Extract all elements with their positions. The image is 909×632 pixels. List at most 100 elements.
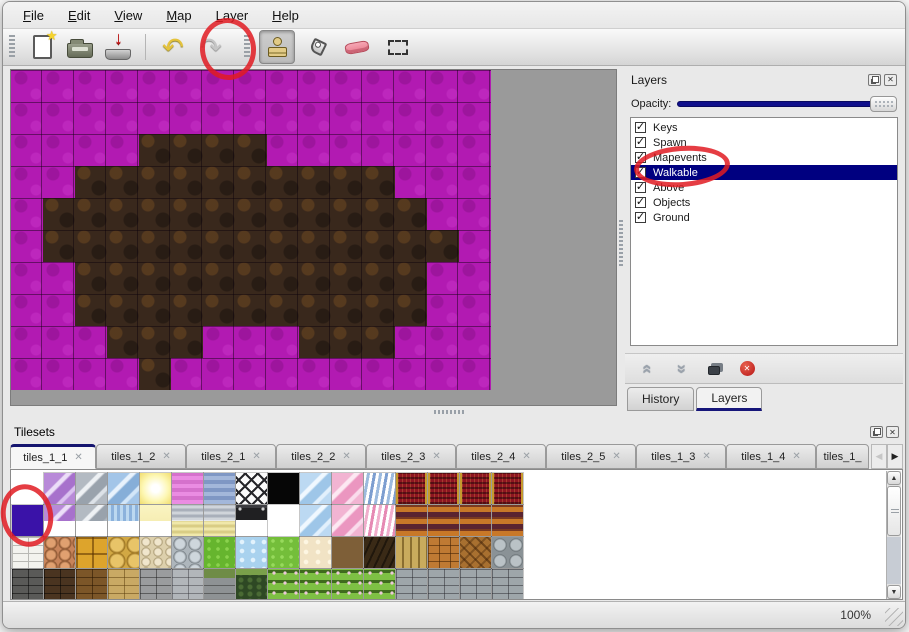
- walkable-cell[interactable]: [171, 134, 203, 166]
- menu-help[interactable]: Help: [260, 5, 311, 26]
- layer-visibility-checkbox[interactable]: [635, 137, 646, 148]
- walkable-cell[interactable]: [139, 134, 171, 166]
- tileset-tile[interactable]: [428, 473, 459, 504]
- tileset-tile[interactable]: [204, 569, 235, 600]
- tileset-tile[interactable]: [12, 537, 43, 568]
- tileset-tile[interactable]: [108, 473, 139, 504]
- layer-visibility-checkbox[interactable]: [635, 212, 646, 223]
- tab-close-icon[interactable]: [792, 451, 800, 462]
- resize-grip[interactable]: [885, 608, 903, 626]
- tileset-tab-tiles_1_3[interactable]: tiles_1_3: [636, 444, 726, 469]
- layer-visibility-checkbox[interactable]: [635, 167, 646, 178]
- tab-close-icon[interactable]: [342, 451, 350, 462]
- horizontal-splitter[interactable]: [10, 407, 617, 417]
- tileset-tile[interactable]: [492, 505, 523, 536]
- walkable-cell[interactable]: [203, 166, 235, 198]
- walkable-cell[interactable]: [171, 262, 203, 294]
- tileset-tile[interactable]: [364, 505, 395, 536]
- tileset-tile[interactable]: [268, 569, 299, 600]
- walkable-cell[interactable]: [267, 166, 299, 198]
- walkable-cell[interactable]: [235, 198, 267, 230]
- vertical-splitter[interactable]: [617, 69, 625, 417]
- tileset-tile[interactable]: [236, 473, 267, 504]
- walkable-cell[interactable]: [363, 294, 395, 326]
- walkable-cell[interactable]: [235, 230, 267, 262]
- tileset-tile[interactable]: [492, 537, 523, 568]
- tileset-tile[interactable]: [172, 537, 203, 568]
- tileset-tab-tiles_1_2[interactable]: tiles_1_2: [96, 444, 186, 469]
- walkable-cell[interactable]: [107, 198, 139, 230]
- tab-close-icon[interactable]: [432, 451, 440, 462]
- walkable-cell[interactable]: [299, 326, 331, 358]
- tileset-tile[interactable]: [108, 537, 139, 568]
- walkable-cell[interactable]: [267, 198, 299, 230]
- walkable-cell[interactable]: [235, 134, 267, 166]
- walkable-cell[interactable]: [267, 294, 299, 326]
- tileset-tile[interactable]: [76, 473, 107, 504]
- tileset-tile[interactable]: [300, 569, 331, 600]
- tileset-tile[interactable]: [460, 569, 491, 600]
- layer-row-keys[interactable]: Keys: [631, 120, 897, 135]
- tileset-tile[interactable]: [332, 569, 363, 600]
- tileset-tile[interactable]: [76, 505, 107, 536]
- walkable-cell[interactable]: [75, 230, 107, 262]
- tileset-tile[interactable]: [300, 537, 331, 568]
- walkable-cell[interactable]: [43, 230, 75, 262]
- tab-scroll-left-icon[interactable]: [871, 444, 887, 469]
- tileset-tile[interactable]: [492, 569, 523, 600]
- walkable-cell[interactable]: [171, 326, 203, 358]
- tileset-tile[interactable]: [204, 505, 235, 536]
- walkable-cell[interactable]: [139, 326, 171, 358]
- walkable-cell[interactable]: [203, 262, 235, 294]
- walkable-cell[interactable]: [299, 166, 331, 198]
- undo-button[interactable]: [155, 30, 191, 64]
- walkable-cell[interactable]: [331, 262, 363, 294]
- tileset-scrollbar[interactable]: [886, 471, 901, 599]
- tileset-tile[interactable]: [76, 537, 107, 568]
- map-canvas[interactable]: [11, 70, 491, 390]
- tileset-tile[interactable]: [76, 569, 107, 600]
- walkable-cell[interactable]: [139, 230, 171, 262]
- toolbar-drag-handle[interactable]: [9, 35, 15, 59]
- walkable-cell[interactable]: [171, 166, 203, 198]
- tileset-tile[interactable]: [332, 473, 363, 504]
- menu-view[interactable]: View: [102, 5, 154, 26]
- tileset-tile[interactable]: [44, 505, 75, 536]
- map-view[interactable]: [10, 69, 617, 406]
- walkable-cell[interactable]: [139, 262, 171, 294]
- tileset-tile[interactable]: [108, 569, 139, 600]
- tileset-tab-tiles_1_4[interactable]: tiles_1_4: [726, 444, 816, 469]
- scrollbar-thumb[interactable]: [887, 486, 901, 536]
- tileset-tile[interactable]: [140, 569, 171, 600]
- tileset-tile[interactable]: [364, 569, 395, 600]
- tileset-tile[interactable]: [204, 473, 235, 504]
- walkable-cell[interactable]: [75, 198, 107, 230]
- menu-layer[interactable]: Layer: [204, 5, 261, 26]
- layer-visibility-checkbox[interactable]: [635, 197, 646, 208]
- tileset-tile[interactable]: [396, 569, 427, 600]
- tileset-tile[interactable]: [428, 505, 459, 536]
- tileset-tile[interactable]: [460, 473, 491, 504]
- close-icon[interactable]: [884, 74, 897, 86]
- tileset-tab-tiles_2_3[interactable]: tiles_2_3: [366, 444, 456, 469]
- walkable-cell[interactable]: [139, 294, 171, 326]
- walkable-cell[interactable]: [107, 166, 139, 198]
- opacity-slider[interactable]: [677, 101, 876, 107]
- layer-row-above[interactable]: Above: [631, 180, 897, 195]
- walkable-cell[interactable]: [395, 230, 427, 262]
- tileset-tile[interactable]: [172, 505, 203, 536]
- tileset-tile[interactable]: [492, 473, 523, 504]
- tileset-tile[interactable]: [108, 505, 139, 536]
- select-tool-button[interactable]: [380, 30, 416, 64]
- walkable-cell[interactable]: [203, 134, 235, 166]
- walkable-cell[interactable]: [203, 198, 235, 230]
- layer-row-objects[interactable]: Objects: [631, 195, 897, 210]
- toolbar-drag-handle[interactable]: [244, 35, 250, 59]
- splitter-grip[interactable]: [619, 220, 623, 266]
- tileset-tile[interactable]: [268, 473, 299, 504]
- walkable-cell[interactable]: [107, 294, 139, 326]
- tab-close-icon[interactable]: [252, 451, 260, 462]
- walkable-cell[interactable]: [75, 262, 107, 294]
- tileset-tile[interactable]: [140, 473, 171, 504]
- dock-tab-history[interactable]: History: [627, 387, 694, 411]
